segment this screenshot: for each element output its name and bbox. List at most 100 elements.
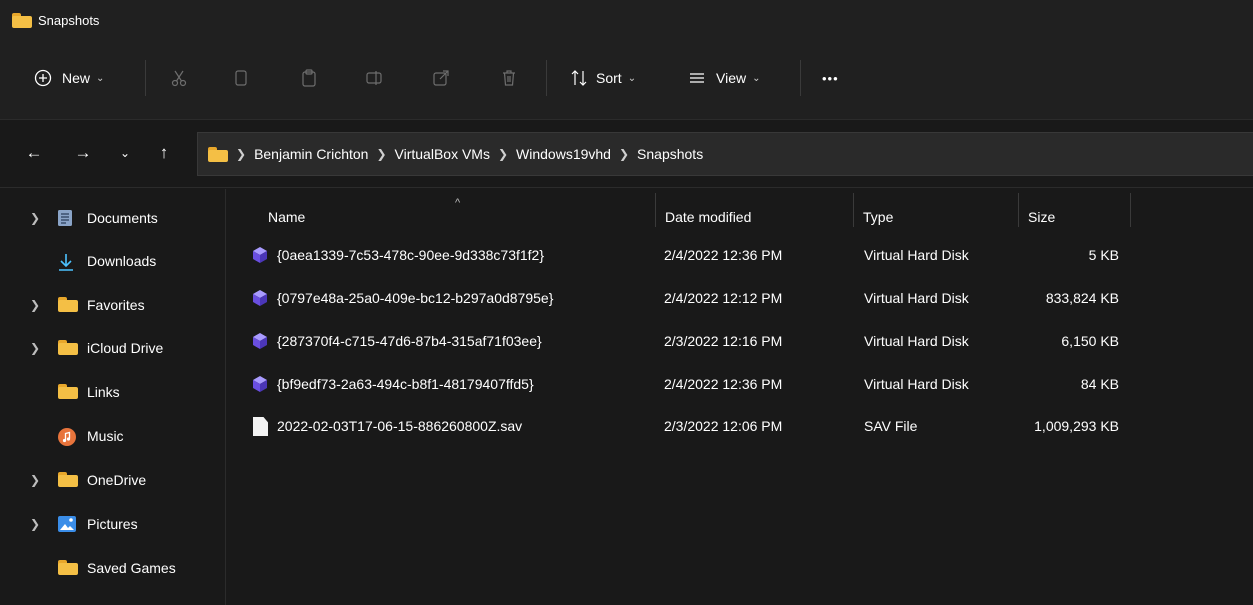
sidebar-item-label: Pictures xyxy=(87,516,138,532)
sidebar-item-label: iCloud Drive xyxy=(87,340,164,356)
column-divider[interactable] xyxy=(853,193,854,227)
file-row[interactable]: 2022-02-03T17-06-15-886260800Z.sav 2/3/2… xyxy=(227,406,1253,448)
file-date: 2/4/2022 12:36 PM xyxy=(664,376,783,392)
up-button[interactable]: ↑ xyxy=(150,139,178,167)
file-row[interactable]: {287370f4-c715-47d6-87b4-315af71f03ee} 2… xyxy=(227,321,1253,363)
column-header-name[interactable]: Name xyxy=(268,197,305,237)
rename-button[interactable] xyxy=(365,56,383,100)
title-bar: Snapshots xyxy=(0,0,1253,40)
file-type: Virtual Hard Disk xyxy=(864,290,969,306)
copy-icon xyxy=(235,70,247,86)
breadcrumb-windows19vhd[interactable]: Windows19vhd xyxy=(516,146,611,162)
share-button[interactable] xyxy=(432,56,450,100)
clipboard-icon xyxy=(302,69,316,87)
address-bar[interactable]: ❯ Benjamin Crichton ❯ VirtualBox VMs ❯ W… xyxy=(197,132,1253,176)
file-size: 1,009,293 KB xyxy=(1034,418,1119,434)
file-name: {bf9edf73-2a63-494c-b8f1-48179407ffd5} xyxy=(277,376,534,392)
copy-button[interactable] xyxy=(232,56,250,100)
chevron-right-icon[interactable]: ❯ xyxy=(30,298,40,312)
arrow-left-icon: ← xyxy=(25,143,43,162)
file-name: {0797e48a-25a0-409e-bc12-b297a0d8795e} xyxy=(277,290,554,306)
sidebar-item-label: Favorites xyxy=(87,297,145,313)
file-date: 2/3/2022 12:06 PM xyxy=(664,418,783,434)
sort-button[interactable]: Sort ⌄ xyxy=(570,56,636,100)
trash-icon xyxy=(503,70,515,86)
sidebar-item-links[interactable]: Links xyxy=(0,372,226,412)
file-date: 2/4/2022 12:12 PM xyxy=(664,290,783,306)
more-icon: ••• xyxy=(822,70,839,86)
forward-button[interactable]: → xyxy=(69,139,97,167)
address-row: ← → ⌄ ↑ ❯ Benjamin Crichton ❯ VirtualBox… xyxy=(0,121,1253,188)
chevron-right-icon: ❯ xyxy=(236,147,247,161)
view-label: View xyxy=(716,70,747,86)
sidebar-item-label: Saved Games xyxy=(87,560,176,576)
sort-label: Sort xyxy=(596,70,622,86)
folder-icon xyxy=(208,146,228,162)
sidebar-item-label: Downloads xyxy=(87,253,157,269)
column-header-type[interactable]: Type xyxy=(863,197,893,237)
folder-icon xyxy=(58,472,78,487)
file-type: Virtual Hard Disk xyxy=(864,376,969,392)
file-date: 2/4/2022 12:36 PM xyxy=(664,247,783,263)
window-title: Snapshots xyxy=(38,12,100,28)
chevron-down-icon: ⌄ xyxy=(119,146,131,160)
folder-icon xyxy=(58,340,78,355)
virtual-disk-icon xyxy=(253,376,267,392)
column-divider[interactable] xyxy=(1018,193,1019,227)
column-header-size[interactable]: Size xyxy=(1028,197,1055,237)
delete-button[interactable] xyxy=(500,56,518,100)
virtual-disk-icon xyxy=(253,290,267,306)
scissors-icon xyxy=(171,70,187,87)
sidebar-item-onedrive[interactable]: ❯ OneDrive xyxy=(0,460,226,500)
paste-button[interactable] xyxy=(300,56,318,100)
sidebar-item-pictures[interactable]: ❯ Pictures xyxy=(0,504,226,544)
file-type: SAV File xyxy=(864,418,918,434)
column-divider[interactable] xyxy=(655,193,656,227)
arrow-right-icon: → xyxy=(74,143,92,162)
chevron-right-icon[interactable]: ❯ xyxy=(30,517,40,531)
more-options-button[interactable]: ••• xyxy=(822,56,839,100)
file-date: 2/3/2022 12:16 PM xyxy=(664,333,783,349)
sidebar-item-label: Music xyxy=(87,428,124,444)
chevron-right-icon[interactable]: ❯ xyxy=(30,473,40,487)
file-size: 84 KB xyxy=(1080,376,1119,392)
file-type: Virtual Hard Disk xyxy=(864,333,969,349)
breadcrumb-snapshots[interactable]: Snapshots xyxy=(637,146,703,162)
breadcrumb-user[interactable]: Benjamin Crichton xyxy=(254,146,368,162)
toolbar-divider xyxy=(546,60,547,96)
chevron-right-icon: ❯ xyxy=(376,147,387,161)
rename-icon xyxy=(366,71,382,85)
recent-locations-button[interactable]: ⌄ xyxy=(111,139,139,167)
toolbar-divider xyxy=(800,60,801,96)
sidebar-item-music[interactable]: Music xyxy=(0,416,226,456)
cut-button[interactable] xyxy=(170,56,188,100)
chevron-right-icon[interactable]: ❯ xyxy=(30,341,40,355)
file-icon xyxy=(253,417,268,436)
folder-icon xyxy=(58,384,78,399)
documents-icon xyxy=(58,210,72,226)
music-icon xyxy=(58,428,76,446)
virtual-disk-icon xyxy=(253,247,267,263)
chevron-right-icon[interactable]: ❯ xyxy=(30,211,40,225)
column-divider[interactable] xyxy=(1130,193,1131,227)
column-header-date-modified[interactable]: Date modified xyxy=(665,197,751,237)
view-button[interactable]: View ⌄ xyxy=(688,56,760,100)
file-row[interactable]: {bf9edf73-2a63-494c-b8f1-48179407ffd5} 2… xyxy=(227,364,1253,406)
list-view-icon xyxy=(690,73,704,83)
file-name: {287370f4-c715-47d6-87b4-315af71f03ee} xyxy=(277,333,542,349)
sidebar-item-saved-games[interactable]: Saved Games xyxy=(0,548,226,588)
file-row[interactable]: {0797e48a-25a0-409e-bc12-b297a0d8795e} 2… xyxy=(227,278,1253,320)
chevron-down-icon: ⌄ xyxy=(627,72,637,84)
sidebar-item-label: OneDrive xyxy=(87,472,147,488)
sort-arrows-icon xyxy=(571,70,587,86)
download-arrow-icon xyxy=(59,254,73,271)
sidebar-item-downloads[interactable]: Downloads xyxy=(0,241,226,281)
navigation-pane: ❯ Documents Downloads ❯ Favorites ❯ iClo… xyxy=(0,189,226,605)
breadcrumb-virtualbox-vms[interactable]: VirtualBox VMs xyxy=(395,146,490,162)
file-row[interactable]: {0aea1339-7c53-478c-90ee-9d338c73f1f2} 2… xyxy=(227,235,1253,277)
new-button[interactable]: New ⌄ xyxy=(34,56,104,100)
back-button[interactable]: ← xyxy=(20,139,48,167)
sidebar-item-favorites[interactable]: ❯ Favorites xyxy=(0,285,226,325)
sidebar-item-documents[interactable]: ❯ Documents xyxy=(0,198,226,238)
sidebar-item-icloud-drive[interactable]: ❯ iCloud Drive xyxy=(0,328,226,368)
